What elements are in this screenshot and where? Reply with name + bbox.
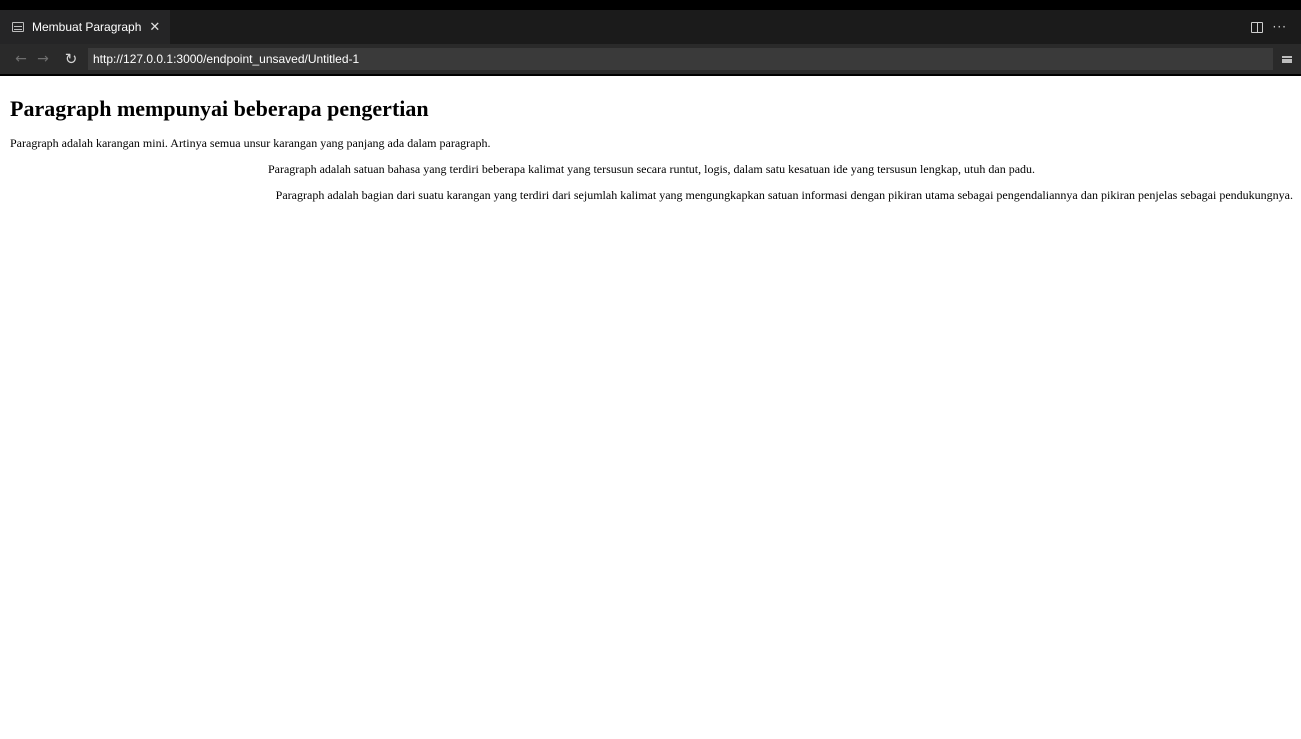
- tab-membuat-paragraph[interactable]: Membuat Paragraph ✕: [0, 10, 171, 44]
- paragraph-right: Paragraph adalah bagian dari suatu karan…: [275, 188, 1293, 202]
- url-input[interactable]: http://127.0.0.1:3000/endpoint_unsaved/U…: [88, 48, 1273, 70]
- reload-button[interactable]: ↻: [60, 50, 82, 68]
- page-viewport: Paragraph mempunyai beberapa pengertian …: [0, 76, 1301, 739]
- paragraph-center: Paragraph adalah satuan bahasa yang terd…: [267, 162, 1036, 176]
- back-button[interactable]: ←: [10, 51, 32, 67]
- more-actions-icon[interactable]: ···: [1273, 20, 1287, 34]
- close-icon[interactable]: ✕: [149, 19, 160, 35]
- navigation-bar: ← → ↻ http://127.0.0.1:3000/endpoint_uns…: [0, 44, 1301, 74]
- page-heading: Paragraph mempunyai beberapa pengertian: [10, 96, 429, 121]
- split-editor-icon[interactable]: [1250, 21, 1263, 33]
- preview-icon: [12, 22, 24, 32]
- forward-button[interactable]: →: [32, 51, 54, 67]
- browser-window: Membuat Paragraph ✕ ··· ← → ↻ http://127…: [0, 0, 1301, 739]
- paragraph-left: Paragraph adalah karangan mini. Artinya …: [10, 136, 491, 150]
- tab-title: Membuat Paragraph: [32, 20, 142, 34]
- tab-bar-actions: ···: [1250, 20, 1301, 34]
- hamburger-menu-icon[interactable]: [1273, 55, 1301, 63]
- tab-bar: Membuat Paragraph ✕ ···: [0, 10, 1301, 44]
